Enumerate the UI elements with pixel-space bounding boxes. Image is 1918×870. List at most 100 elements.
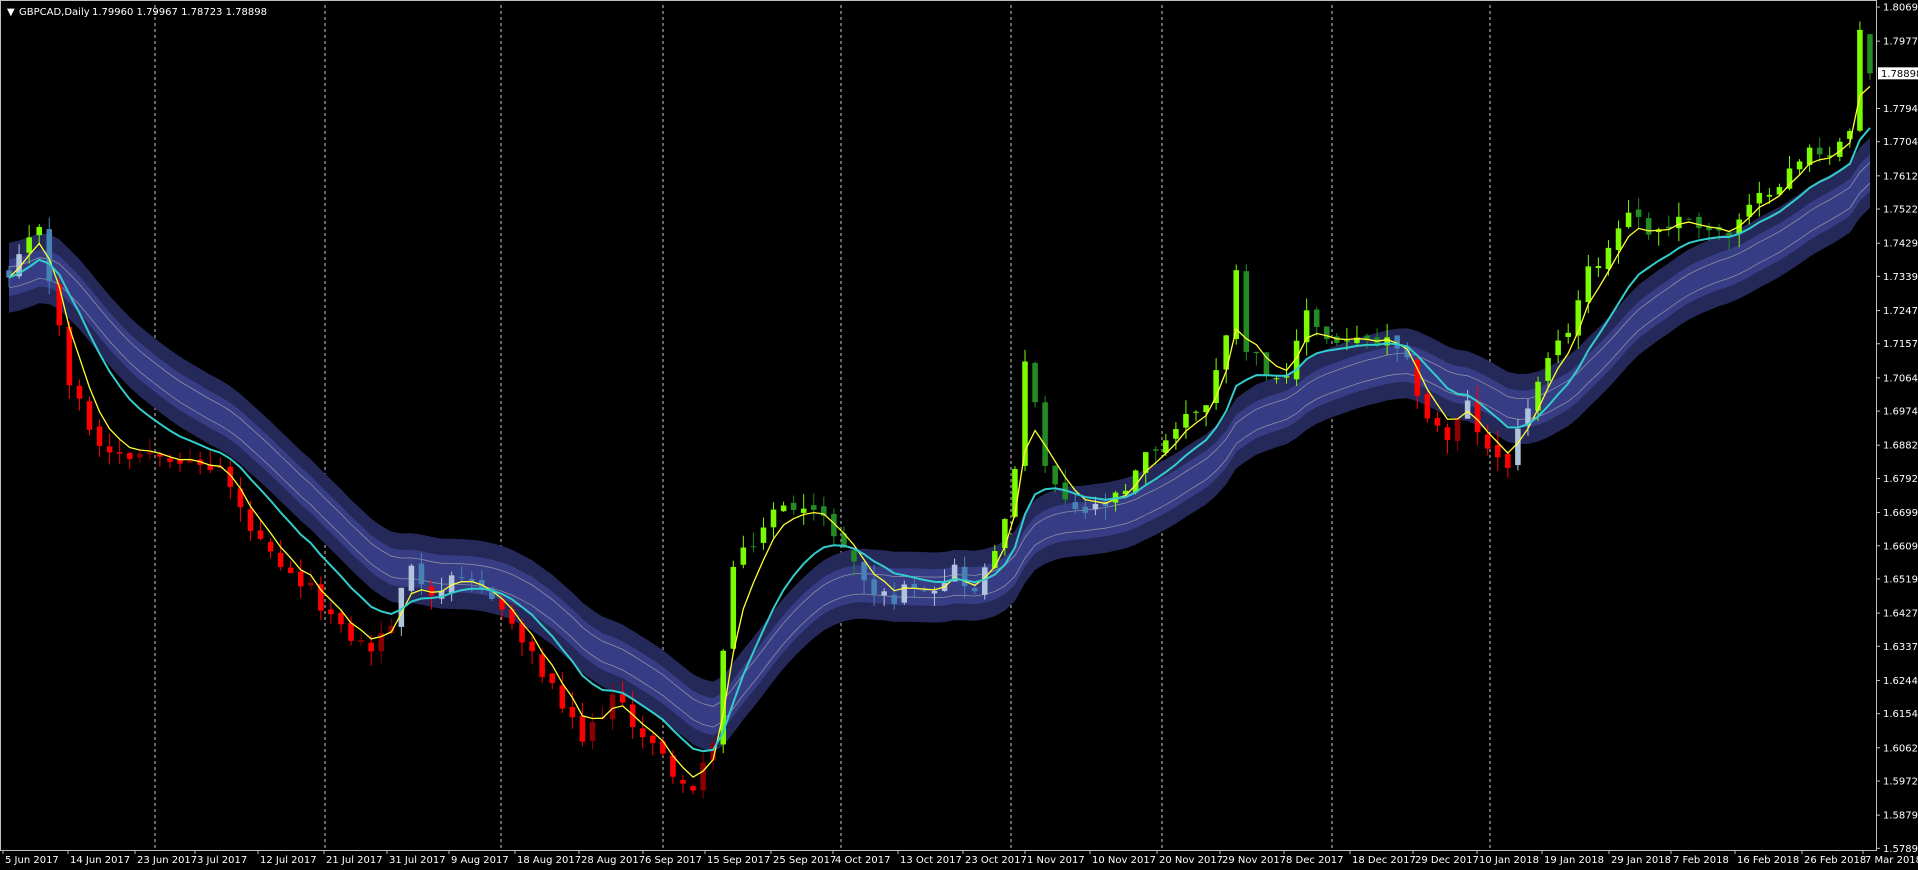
candle — [137, 449, 143, 464]
x-tick-label: 14 Jun 2017 — [70, 855, 130, 866]
candle-body — [1495, 445, 1501, 458]
candle — [770, 502, 777, 538]
candle-body — [1344, 340, 1350, 342]
symbol-label: GBPCAD,Daily — [19, 7, 90, 18]
candle-body — [1273, 378, 1280, 380]
candle — [227, 460, 234, 499]
candle-body — [1002, 519, 1008, 549]
candle — [730, 560, 737, 650]
chart-menu-arrow-icon[interactable]: ▼ — [7, 7, 15, 18]
candle-body — [1595, 266, 1602, 269]
candle — [639, 715, 646, 749]
y-tick-label: 1.76120 — [1883, 171, 1918, 182]
candle-body — [1796, 161, 1803, 170]
x-tick-label: 3 Jul 2017 — [197, 855, 247, 866]
candle — [1816, 137, 1823, 163]
candle-body — [1012, 469, 1018, 517]
candle-body — [891, 594, 898, 604]
envelope-band — [8, 137, 1871, 752]
x-tick-label: 23 Jun 2017 — [137, 855, 197, 866]
candle-body — [1867, 34, 1873, 74]
candle-body — [287, 567, 294, 574]
candle-body — [297, 571, 304, 587]
candle — [549, 672, 555, 690]
candle — [1213, 358, 1219, 410]
candle — [197, 452, 203, 475]
candle — [338, 610, 344, 633]
x-tick-label: 6 Sep 2017 — [645, 855, 702, 866]
candle-body — [76, 385, 83, 399]
candle — [116, 439, 123, 465]
candle — [650, 732, 656, 756]
candle — [1867, 33, 1873, 80]
candle-body — [871, 579, 877, 595]
y-tick-label: 1.77045 — [1883, 137, 1918, 148]
candle-body — [549, 673, 555, 684]
candle-body — [690, 785, 696, 791]
candle — [1595, 257, 1602, 277]
candle-body — [56, 284, 63, 326]
y-tick-label: 1.70645 — [1883, 373, 1918, 384]
candle-body — [137, 453, 143, 458]
candle — [1635, 198, 1642, 229]
x-tick-label: 20 Nov 2017 — [1159, 855, 1223, 866]
y-tick-label: 1.66095 — [1883, 541, 1918, 552]
candle-body — [36, 226, 42, 236]
candle — [287, 561, 294, 574]
candle-body — [1434, 417, 1441, 426]
candle — [207, 450, 213, 473]
x-tick-label: 4 Oct 2017 — [835, 855, 890, 866]
candle-body — [921, 590, 928, 592]
candle-body — [1565, 332, 1571, 337]
candle-body — [1082, 506, 1089, 513]
candle — [1686, 217, 1692, 221]
candle — [318, 576, 324, 621]
candle-body — [1454, 418, 1461, 442]
fast-ma-line — [8, 85, 1871, 778]
candle-body — [348, 622, 354, 641]
candle — [237, 476, 244, 522]
candle — [790, 495, 797, 515]
candle — [740, 535, 747, 569]
candle-body — [790, 502, 797, 510]
candle-body — [1183, 413, 1189, 428]
candle-body — [1816, 147, 1823, 155]
candle-body — [1324, 326, 1330, 340]
moving-averages — [8, 85, 1871, 778]
candle-body — [106, 446, 113, 453]
candle-body — [428, 586, 435, 596]
candle-body — [126, 453, 133, 460]
candle-body — [760, 527, 767, 543]
x-tick-label: 9 Aug 2017 — [451, 855, 509, 866]
candle — [187, 448, 193, 464]
candle — [1505, 452, 1511, 478]
price-chart[interactable]: 1.80695 1.79770 1.77945 1.77045 1.76120 1.752… — [0, 0, 1918, 870]
x-tick-label: 13 Oct 2017 — [900, 855, 962, 866]
candle — [1857, 21, 1863, 133]
candle — [519, 618, 525, 657]
x-tick-label: 10 Jan 2018 — [1479, 855, 1539, 866]
candle-body — [569, 706, 576, 718]
x-tick-label: 7 Mar 2018 — [1865, 855, 1918, 866]
y-tick-label: 1.65195 — [1883, 574, 1918, 585]
y-tick-label: 1.64270 — [1883, 609, 1918, 620]
candle-body — [328, 609, 334, 615]
candle-body — [730, 566, 737, 649]
candle — [1666, 215, 1672, 237]
x-tick-label: 26 Feb 2018 — [1804, 855, 1866, 866]
x-tick-label: 28 Aug 2017 — [581, 855, 645, 866]
candle-body — [116, 452, 123, 454]
band-line — [8, 162, 1871, 707]
candle — [800, 494, 807, 525]
candle-body — [1153, 449, 1159, 451]
candle — [177, 452, 183, 472]
x-tick-label: 1 Nov 2017 — [1027, 855, 1085, 866]
chart-canvas[interactable]: 1.80695 1.79770 1.77945 1.77045 1.76120 1.752… — [0, 0, 1918, 870]
x-tick-label: 29 Dec 2017 — [1415, 855, 1479, 866]
x-tick-label: 12 Jul 2017 — [260, 855, 317, 866]
candle-body — [810, 505, 817, 510]
candle — [106, 433, 113, 465]
candle — [1233, 264, 1240, 345]
candle — [126, 451, 133, 470]
candle-body — [961, 566, 968, 587]
